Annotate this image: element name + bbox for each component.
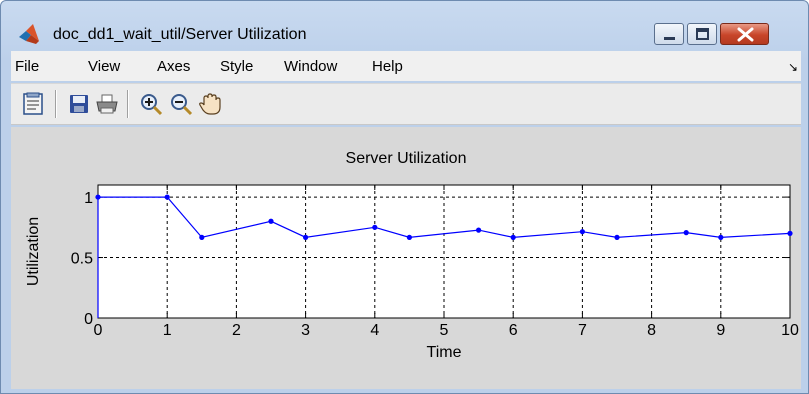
menu-help[interactable]: Help: [372, 58, 403, 75]
close-icon: [737, 27, 754, 42]
data-point: [268, 218, 274, 224]
print-icon[interactable]: [95, 92, 119, 116]
minimize-button[interactable]: [654, 23, 684, 45]
y-tick-label: 0.5: [71, 251, 93, 268]
title-bar[interactable]: doc_dd1_wait_util/Server Utilization: [1, 1, 808, 47]
data-point: [683, 230, 689, 236]
data-point: [476, 227, 482, 233]
x-tick-label: 9: [716, 322, 725, 339]
close-button[interactable]: [720, 23, 769, 45]
data-point: [372, 224, 378, 230]
save-icon[interactable]: [67, 92, 91, 116]
y-axis-label: Utilization: [25, 217, 42, 286]
data-point: [579, 229, 586, 235]
menu-style[interactable]: Style: [220, 58, 253, 75]
data-point: [199, 234, 205, 240]
plot-axes[interactable]: 0 1 2 3 4 5 6 7 8 9 10 0 0.5 1 Time Utilization: [11, 127, 801, 389]
x-tick-label: 1: [163, 322, 172, 339]
toolbar-separator: [55, 90, 57, 118]
toolbar: [11, 83, 801, 125]
menu-window[interactable]: Window: [284, 58, 337, 75]
menu-file[interactable]: File: [15, 58, 39, 75]
zoom-in-icon[interactable]: [139, 92, 163, 116]
pan-hand-icon[interactable]: [198, 92, 222, 116]
minimize-icon: [664, 37, 675, 40]
y-tick-label: 1: [84, 190, 93, 207]
data-point: [303, 234, 309, 240]
data-point: [510, 234, 516, 240]
menu-bar: File View Axes Style Window Help ↘: [11, 51, 801, 81]
x-tick-label: 4: [370, 322, 379, 339]
properties-icon[interactable]: [21, 92, 45, 116]
data-point: [787, 230, 793, 236]
x-tick-label: 8: [647, 322, 656, 339]
chevron-double-down-icon[interactable]: ↘: [788, 60, 798, 74]
data-point: [164, 194, 170, 200]
maximize-button[interactable]: [687, 23, 717, 45]
data-point: [614, 234, 620, 240]
x-tick-label: 6: [509, 322, 518, 339]
x-axis-label: Time: [427, 344, 462, 361]
maximize-icon: [696, 28, 709, 40]
matlab-icon: [19, 24, 39, 44]
menu-axes[interactable]: Axes: [157, 58, 190, 75]
menu-view[interactable]: View: [88, 58, 120, 75]
figure-canvas: Server Utilization 0 1 2 3 4 5 6 7 8 9 10 0 0.5 1 Time…: [11, 127, 801, 389]
y-tick-label: 0: [84, 311, 93, 328]
data-point: [95, 194, 101, 200]
toolbar-separator: [127, 90, 129, 118]
x-tick-label: 0: [94, 322, 103, 339]
data-point: [406, 234, 412, 240]
x-tick-label: 5: [440, 322, 449, 339]
figure-window: doc_dd1_wait_util/Server Utilization Fil…: [0, 0, 809, 394]
x-tick-label: 7: [578, 322, 587, 339]
x-tick-label: 2: [232, 322, 241, 339]
zoom-out-icon[interactable]: [169, 92, 193, 116]
x-tick-label: 10: [781, 322, 799, 339]
window-title: doc_dd1_wait_util/Server Utilization: [53, 26, 307, 43]
data-point: [718, 234, 724, 240]
x-tick-label: 3: [301, 322, 310, 339]
